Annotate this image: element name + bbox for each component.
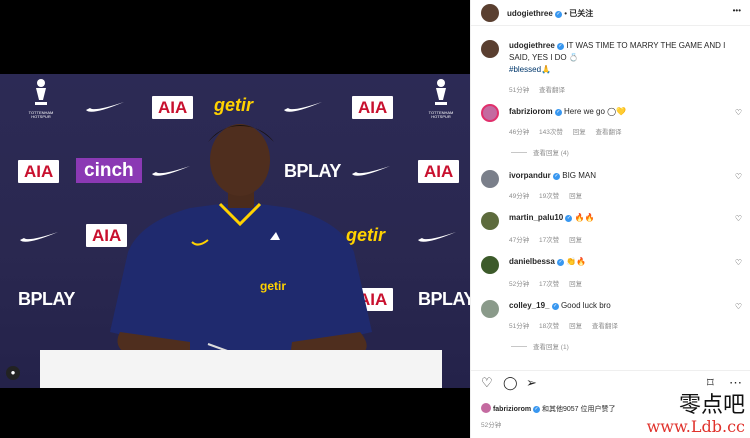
translate-link[interactable]: 查看翻译 [596, 129, 622, 136]
like-heart-icon[interactable]: ♡ [735, 258, 742, 267]
view-replies-link[interactable]: 查看回复 (4) [511, 147, 569, 157]
club-crest: TOTTENHAM HOTSPUR [28, 78, 54, 119]
shirt-sponsor: getir [260, 279, 286, 293]
post-time: 52分钟 [481, 422, 502, 429]
like-heart-icon[interactable]: ♡ [735, 172, 742, 181]
comment-meta: 49分钟 19次赞 回复 [509, 190, 590, 200]
caption: udogiethree ✓ IT WAS TIME TO MARRY THE G… [509, 40, 745, 76]
comment-likes[interactable]: 19次赞 [539, 193, 559, 200]
comment-username[interactable]: danielbessa [509, 257, 555, 266]
comment-username[interactable]: martin_palu10 [509, 213, 563, 222]
post-photo[interactable]: TOTTENHAM HOTSPUR AIA getir AIA TOTTENHA… [0, 74, 470, 388]
caption-avatar[interactable] [481, 40, 499, 58]
comment-likes[interactable]: 17次赞 [539, 281, 559, 288]
author-username[interactable]: udogiethree [507, 9, 553, 18]
verified-icon: ✓ [557, 43, 565, 50]
tagged-user-icon[interactable]: ● [6, 366, 20, 380]
sponsor-bplay: BPLAY [418, 289, 470, 309]
sponsor-bplay: BPLAY [18, 289, 75, 309]
caption-username[interactable]: udogiethree [509, 41, 555, 50]
caption-time: 51分钟 [509, 87, 530, 94]
comment-text: martin_palu10 ✓ 🔥🔥 [509, 212, 595, 224]
comment-username[interactable]: fabriziorom [509, 107, 553, 116]
reply-link[interactable]: 回复 [573, 129, 586, 136]
comment-likes[interactable]: 17次赞 [539, 237, 559, 244]
comment-meta: 52分钟 17次赞 回复 [509, 278, 590, 288]
comment-time: 52分钟 [509, 281, 530, 288]
likes-summary: fabriziorom ✓ 和其他9057 位用户赞了 [481, 403, 616, 414]
caption-meta: 51分钟 查看翻译 [509, 84, 573, 94]
comment-avatar[interactable] [481, 212, 499, 230]
verified-icon: ✓ [553, 173, 561, 180]
comment-text: danielbessa ✓ 👏🔥 [509, 256, 586, 268]
site-watermark: 零点吧 www.Ldb.cc [646, 393, 745, 436]
verified-icon: ✓ [554, 109, 562, 116]
comment-username[interactable]: colley_19_ [509, 301, 549, 310]
reply-link[interactable]: 回复 [569, 237, 582, 244]
action-bar: ♡ ◯ ➢ ⌑ ⋯ fabriziorom ✓ 和其他9057 位用户赞了 52… [471, 370, 750, 438]
sponsor-aia: AIA [418, 160, 460, 183]
author-avatar[interactable] [481, 4, 499, 22]
comment-body: 🔥🔥 [574, 213, 595, 222]
verified-icon: ✓ [565, 215, 573, 222]
liker-avatar[interactable] [481, 403, 491, 413]
comment-avatar[interactable] [481, 300, 499, 318]
comment-time: 47分钟 [509, 237, 530, 244]
save-icon[interactable]: ⌑ [707, 375, 714, 391]
comment-meta: 46分钟 143次赞 回复 查看翻译 [509, 126, 630, 136]
like-heart-icon[interactable]: ♡ [735, 302, 742, 311]
comment-text: fabriziorom ✓ Here we go ◯💛 [509, 106, 626, 118]
comment-text: colley_19_ ✓ Good luck bro [509, 300, 611, 312]
verified-icon: ✓ [557, 259, 565, 266]
like-heart-icon[interactable]: ♡ [735, 108, 742, 117]
more-icon[interactable]: ⋯ [729, 375, 742, 391]
verified-icon: ✓ [533, 406, 541, 413]
comment-body: BIG MAN [562, 171, 597, 180]
verified-icon: ✓ [551, 303, 559, 310]
comment-likes[interactable]: 143次赞 [539, 129, 563, 136]
translate-link[interactable]: 查看翻译 [592, 323, 618, 330]
comment-icon[interactable]: ◯ [503, 375, 518, 391]
player-figure: getir [110, 124, 372, 362]
reply-link[interactable]: 回复 [569, 193, 582, 200]
share-icon[interactable]: ➢ [526, 375, 537, 391]
comment-time: 49分钟 [509, 193, 530, 200]
likes-count[interactable]: 和其他9057 位用户赞了 [542, 406, 616, 413]
nike-swoosh-icon [20, 232, 58, 242]
comment-time: 46分钟 [509, 129, 530, 136]
comment-username[interactable]: ivorpandur [509, 171, 551, 180]
comment-avatar[interactable] [481, 170, 499, 188]
more-options-icon[interactable]: ••• [733, 6, 741, 15]
liker-username[interactable]: fabriziorom [493, 406, 531, 413]
comment-body: Here we go ◯💛 [564, 107, 627, 116]
post-media-pane: TOTTENHAM HOTSPUR AIA getir AIA TOTTENHA… [0, 0, 470, 438]
reply-link[interactable]: 回复 [569, 323, 582, 330]
verified-icon: ✓ [555, 11, 563, 18]
post-header: udogiethree ✓ • 已关注 ••• [471, 0, 750, 26]
comment-avatar[interactable] [481, 104, 499, 122]
reply-link[interactable]: 回复 [569, 281, 582, 288]
comment-avatar[interactable] [481, 256, 499, 274]
like-heart-icon[interactable]: ♡ [735, 214, 742, 223]
translate-link[interactable]: 查看翻译 [539, 87, 565, 94]
club-crest: TOTTENHAM HOTSPUR [428, 78, 454, 119]
signing-table [40, 350, 442, 388]
comment-meta: 47分钟 17次赞 回复 [509, 234, 590, 244]
hashtag-link[interactable]: #blessed🙏 [509, 65, 551, 74]
comments-panel: udogiethree ✓ • 已关注 ••• udogiethree ✓ IT… [470, 0, 750, 438]
like-icon[interactable]: ♡ [481, 375, 493, 391]
comment-body: Good luck bro [560, 301, 611, 310]
comment-meta: 51分钟 18次赞 回复 查看翻译 [509, 320, 626, 330]
comment-likes[interactable]: 18次赞 [539, 323, 559, 330]
comment-body: 👏🔥 [566, 257, 587, 266]
comment-time: 51分钟 [509, 323, 530, 330]
view-replies-link[interactable]: 查看回复 (1) [511, 341, 569, 351]
sponsor-aia: AIA [18, 160, 60, 183]
comment-text: ivorpandur ✓ BIG MAN [509, 170, 596, 182]
nike-swoosh-icon [418, 232, 456, 242]
follow-status[interactable]: 已关注 [569, 9, 593, 18]
